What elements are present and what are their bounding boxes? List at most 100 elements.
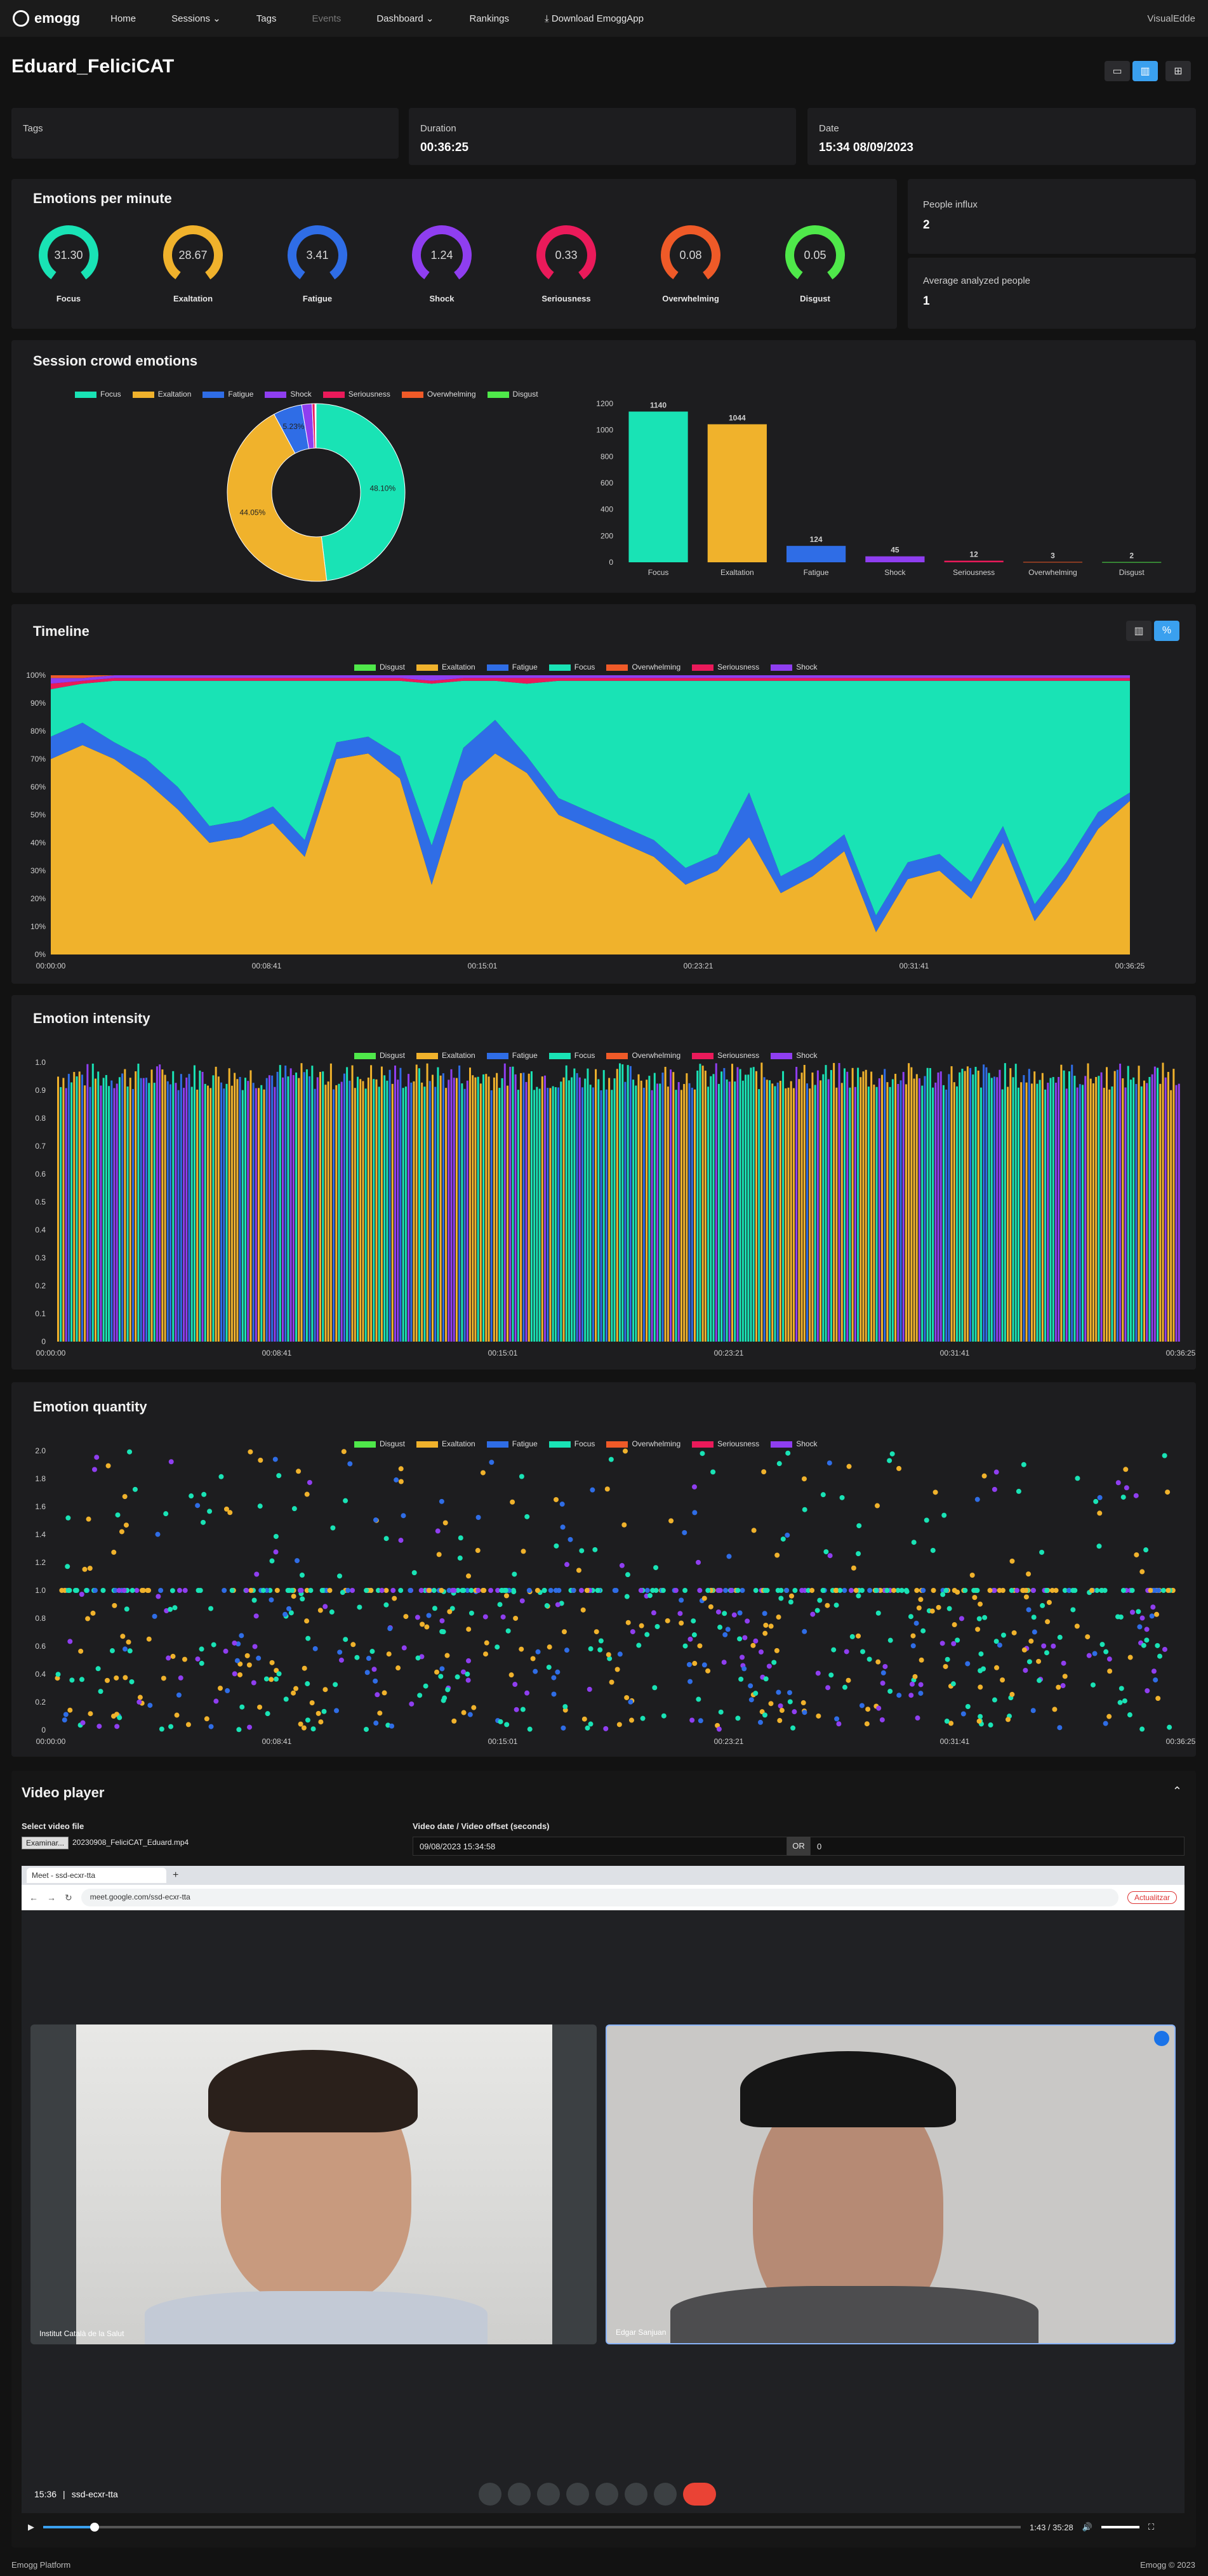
- collapse-icon[interactable]: ⌃: [1172, 1785, 1182, 1798]
- nav-events[interactable]: Events: [312, 13, 341, 24]
- quantity-point: [155, 1531, 161, 1537]
- quantity-point: [139, 1588, 145, 1593]
- intensity-bar: [426, 1063, 428, 1342]
- quantity-point: [208, 1724, 214, 1729]
- intensity-bar: [979, 1087, 982, 1342]
- quantity-point: [1127, 1712, 1132, 1718]
- quantity-point: [248, 1449, 253, 1455]
- quantity-point: [159, 1726, 164, 1732]
- grid-view-button[interactable]: ⊞: [1165, 61, 1191, 81]
- quantity-point: [466, 1627, 472, 1632]
- quantity-point: [269, 1597, 274, 1602]
- avg-people-panel: Average analyzed people 1: [908, 258, 1196, 329]
- intensity-bar: [1036, 1083, 1039, 1342]
- intensity-bar: [380, 1066, 383, 1342]
- user-menu[interactable]: VisualEdde: [1147, 13, 1195, 24]
- nav-rankings[interactable]: Rankings: [469, 13, 509, 24]
- slice-label: 44.05%: [240, 508, 266, 517]
- timeline-bar-toggle[interactable]: ▥: [1126, 621, 1152, 641]
- intensity-bar: [247, 1081, 249, 1342]
- volume-icon[interactable]: 🔊: [1082, 2522, 1092, 2532]
- intensity-bar: [587, 1068, 589, 1342]
- intensity-bar: [664, 1066, 667, 1342]
- intensity-bar: [640, 1080, 642, 1342]
- nav-sessions[interactable]: Sessions ⌄: [171, 13, 221, 24]
- nav-download[interactable]: ⤓ Download EmoggApp: [545, 13, 644, 24]
- intensity-bar: [373, 1079, 375, 1342]
- quantity-point: [269, 1677, 274, 1682]
- intensity-bar: [338, 1083, 340, 1342]
- quantity-point: [875, 1659, 881, 1665]
- intensity-bar: [493, 1077, 495, 1342]
- nav-dashboard[interactable]: Dashboard ⌄: [376, 13, 434, 24]
- intensity-bar: [897, 1083, 899, 1342]
- intensity-bar: [463, 1088, 466, 1342]
- video-frame[interactable]: Meet - ssd-ecxr-tta + ← → ↻ meet.google.co…: [22, 1866, 1185, 2513]
- nav-home[interactable]: Home: [110, 13, 136, 24]
- quantity-point: [700, 1451, 705, 1456]
- quantity-point: [997, 1642, 1002, 1648]
- intensity-bar: [919, 1078, 920, 1342]
- quantity-point: [969, 1573, 975, 1578]
- timeline-percent-toggle[interactable]: %: [1154, 621, 1179, 641]
- nav-tags[interactable]: Tags: [256, 13, 277, 24]
- footer-left: Emogg Platform: [11, 2560, 71, 2570]
- quantity-point: [409, 1701, 415, 1707]
- quantity-point: [465, 1677, 471, 1683]
- quantity-point: [494, 1644, 500, 1650]
- y-tick: 200: [601, 531, 613, 540]
- seek-bar[interactable]: [43, 2523, 1021, 2532]
- quantity-point: [295, 1558, 300, 1564]
- brand-logo[interactable]: emogg: [13, 10, 80, 27]
- fullscreen-icon[interactable]: ⛶: [1148, 2522, 1154, 2532]
- intensity-bar: [287, 1076, 289, 1342]
- quantity-point: [697, 1588, 703, 1593]
- intensity-bar: [62, 1078, 65, 1342]
- quantity-point: [1150, 1604, 1156, 1610]
- legend-focus[interactable]: Focus: [75, 390, 121, 399]
- quantity-point: [698, 1718, 703, 1724]
- quantity-point: [924, 1517, 929, 1523]
- quantity-point: [1139, 1615, 1145, 1621]
- video-date-input[interactable]: 09/08/2023 15:34:58: [413, 1837, 787, 1856]
- quantity-point: [398, 1479, 404, 1484]
- quantity-point: [489, 1460, 494, 1465]
- quantity-point: [960, 1711, 966, 1717]
- quantity-point: [357, 1604, 362, 1610]
- intensity-bar: [1098, 1076, 1100, 1342]
- video-view-button[interactable]: ▭: [1105, 61, 1130, 81]
- y-tick: 400: [601, 505, 613, 514]
- play-icon[interactable]: ▶: [28, 2522, 34, 2532]
- browse-button[interactable]: Examinar...: [22, 1837, 69, 1849]
- intensity-bar: [715, 1063, 717, 1342]
- y-tick: 600: [601, 479, 613, 487]
- quantity-point: [386, 1651, 392, 1657]
- quantity-point: [799, 1588, 805, 1593]
- legend-disgust[interactable]: Disgust: [487, 390, 538, 399]
- intensity-bar: [124, 1069, 126, 1342]
- volume-slider[interactable]: [1101, 2526, 1139, 2528]
- video-offset-input[interactable]: 0: [810, 1837, 1185, 1856]
- quantity-point: [1021, 1647, 1027, 1653]
- intensity-bar: [672, 1072, 675, 1342]
- quantity-point: [236, 1727, 242, 1733]
- quantity-point: [398, 1466, 404, 1472]
- intensity-bar: [752, 1067, 755, 1342]
- quantity-point: [856, 1593, 861, 1599]
- chart-view-button[interactable]: ▥: [1132, 61, 1158, 81]
- quantity-point: [218, 1474, 224, 1479]
- intensity-bar: [867, 1087, 870, 1342]
- quantity-point: [848, 1588, 854, 1593]
- quantity-point: [992, 1697, 997, 1703]
- legend-exaltation[interactable]: Exaltation: [132, 390, 191, 399]
- quantity-point: [246, 1662, 252, 1668]
- quantity-point: [929, 1608, 935, 1614]
- legend-overwhelming[interactable]: Overwhelming: [401, 390, 476, 399]
- quantity-point: [145, 1588, 150, 1593]
- crowd-bar-chart: 0 200 400 600 800 1000 1200 1140 Focus 1044 Exalta…: [596, 399, 1162, 577]
- quantity-point: [244, 1653, 250, 1658]
- url-field: meet.google.com/ssd-ecxr-tta: [81, 1889, 1118, 1906]
- intensity-bar: [1092, 1083, 1094, 1342]
- quantity-point: [237, 1672, 243, 1677]
- y-tick: 2.0: [35, 1446, 46, 1455]
